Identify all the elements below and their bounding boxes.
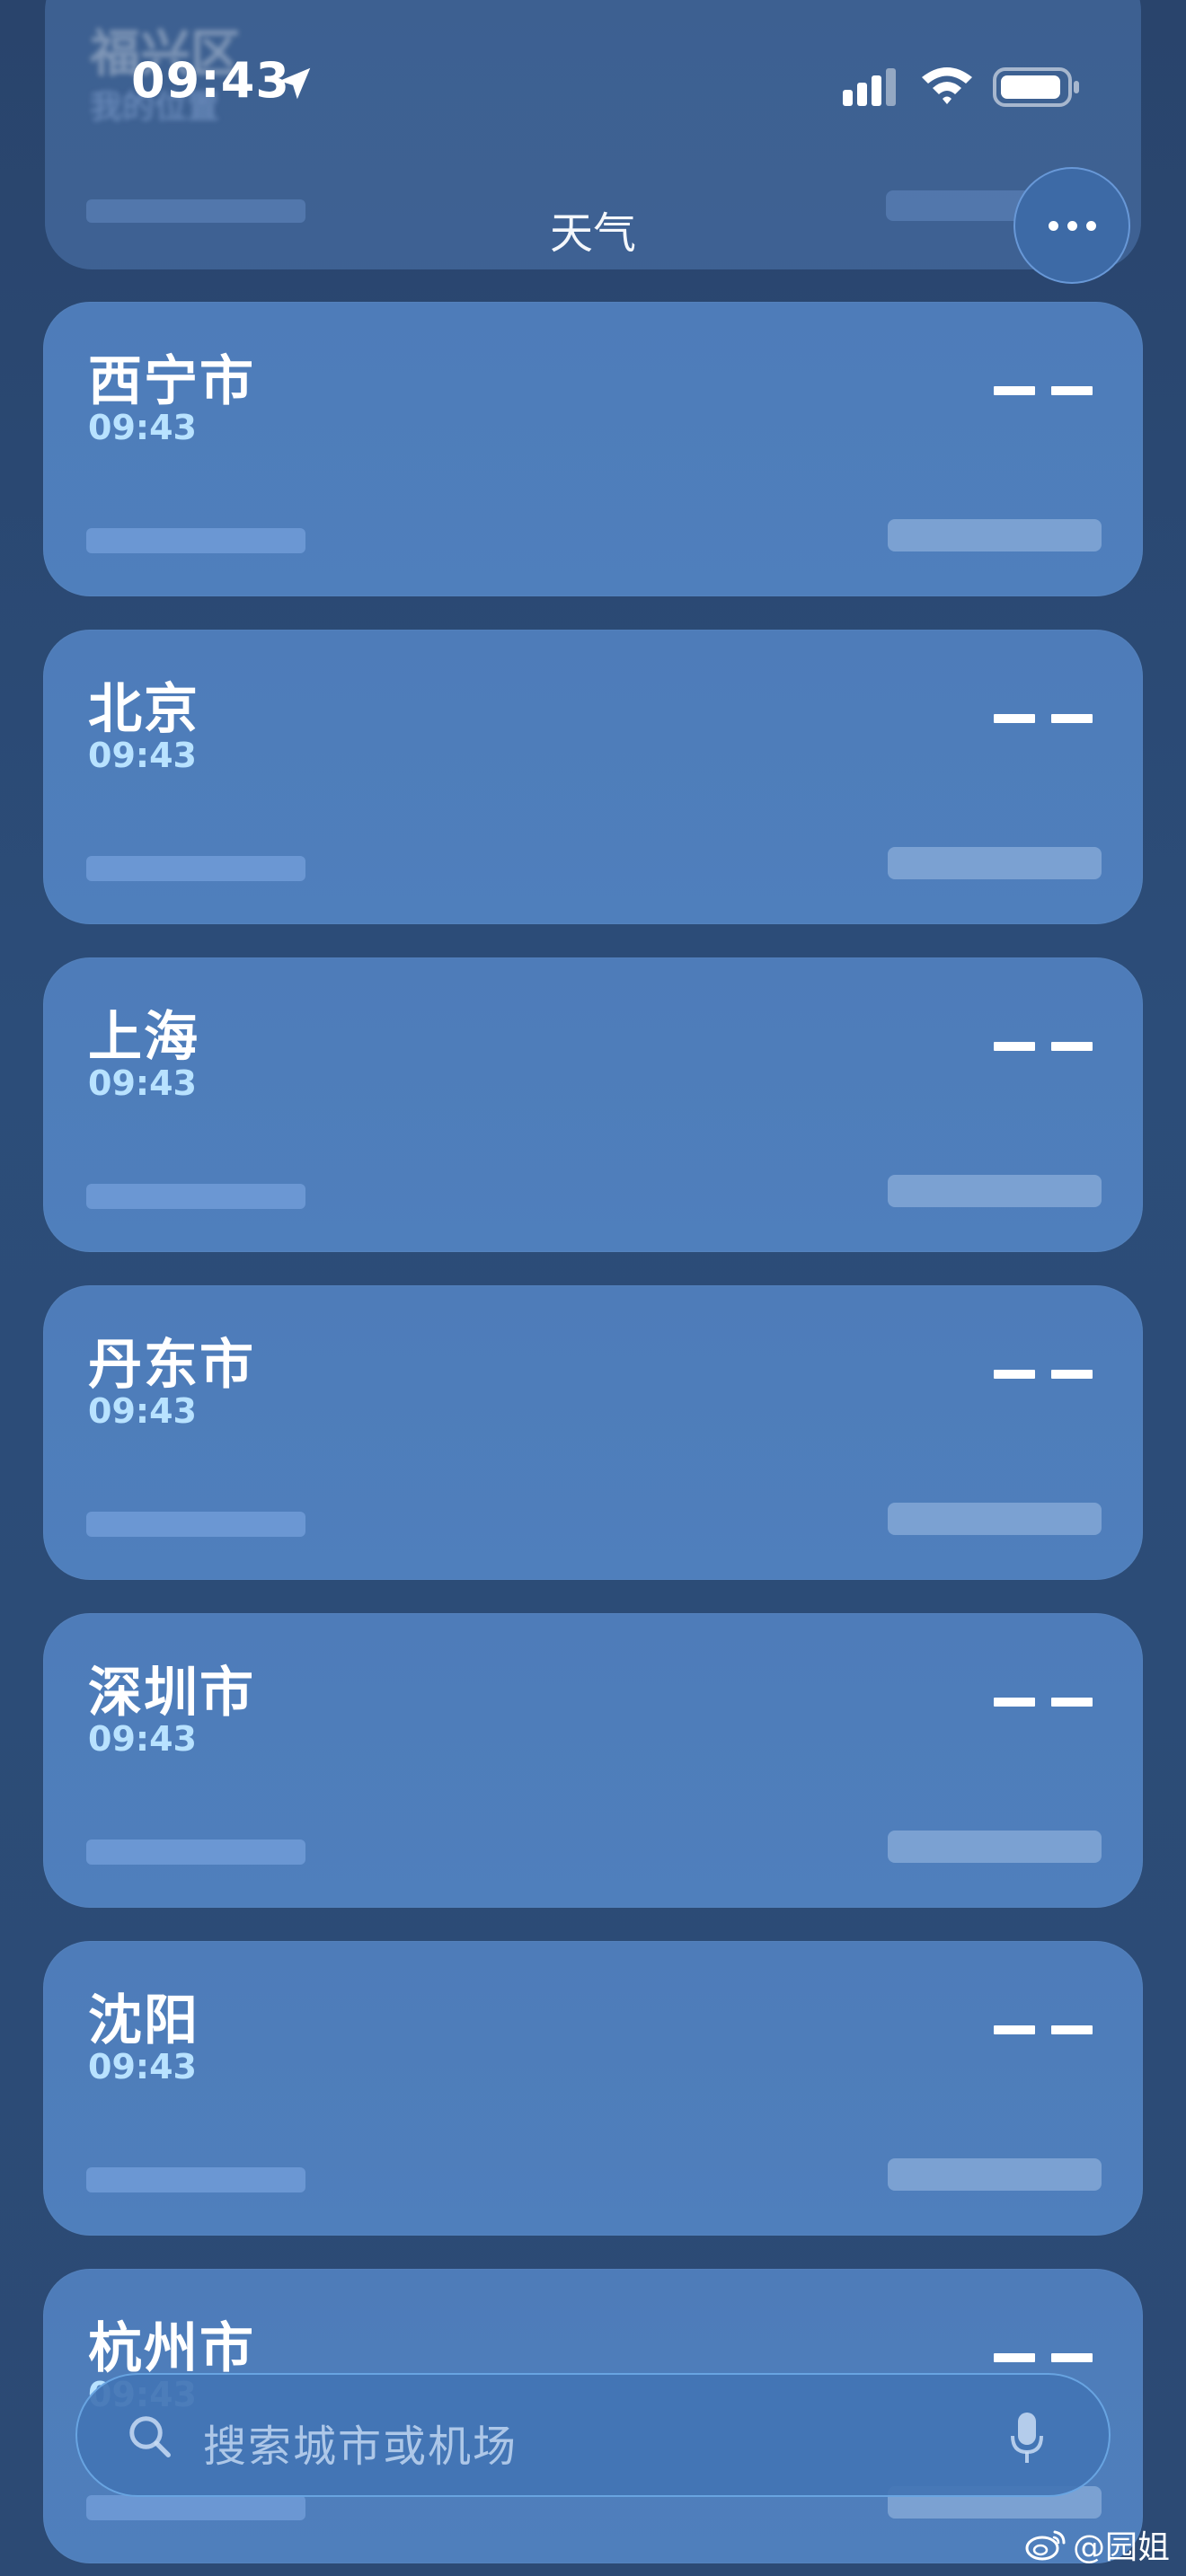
city-name: 深圳市: [88, 1662, 255, 1725]
status-time: 09:43: [131, 52, 290, 109]
city-time: 09:43: [88, 1063, 197, 1103]
watermark-text: @园姐: [1072, 2529, 1170, 2566]
city-name: 上海: [88, 1006, 199, 1069]
page-title: 天气: [549, 208, 636, 259]
cellular-signal-icon: [843, 68, 896, 106]
battery-icon: [993, 67, 1079, 107]
city-name: 西宁市: [88, 350, 255, 413]
location-arrow-icon: [279, 67, 311, 100]
city-card-xining[interactable]: 西宁市 09:43: [43, 302, 1143, 596]
city-card-beijing[interactable]: 北京 09:43: [43, 630, 1143, 924]
city-name: 丹东市: [88, 1334, 255, 1397]
microphone-icon[interactable]: [1008, 2411, 1046, 2465]
wifi-icon: [922, 67, 972, 104]
temperature-placeholder: [994, 2025, 1093, 2034]
city-time: 09:43: [88, 1391, 197, 1431]
temperature-placeholder: [994, 1370, 1093, 1379]
placeholder-bar: [888, 2158, 1102, 2191]
placeholder-bar: [86, 528, 305, 553]
placeholder-bar: [86, 856, 305, 881]
search-icon: [129, 2416, 171, 2457]
city-card-shanghai[interactable]: 上海 09:43: [43, 957, 1143, 1252]
temperature-placeholder: [994, 2353, 1093, 2362]
temperature-placeholder: [994, 714, 1093, 723]
status-bar: 09:43: [0, 0, 1186, 171]
placeholder-bar: [86, 2167, 305, 2192]
temperature-placeholder: [994, 1698, 1093, 1707]
city-name: 沈阳: [88, 1989, 199, 2052]
placeholder-bar: [888, 519, 1102, 551]
ellipsis-icon: [1048, 220, 1096, 231]
placeholder-bar: [86, 1184, 305, 1209]
placeholder-bar: [888, 1831, 1102, 1863]
city-name: 北京: [88, 678, 199, 741]
placeholder-bar: [888, 1175, 1102, 1207]
temperature-placeholder: [994, 1042, 1093, 1051]
city-name: 杭州市: [88, 2317, 255, 2380]
placeholder-bar: [888, 1503, 1102, 1535]
city-card-shenzhen[interactable]: 深圳市 09:43: [43, 1613, 1143, 1908]
city-list[interactable]: 福兴区 我的位置 西宁市 09:43 北京 09:43 上海 09:43 丹东市…: [0, 0, 1186, 2576]
more-options-button[interactable]: [1013, 167, 1130, 284]
placeholder-bar: [86, 1512, 305, 1537]
watermark: @园姐: [1024, 2522, 1170, 2567]
city-card-dandong[interactable]: 丹东市 09:43: [43, 1285, 1143, 1580]
placeholder-bar: [86, 2495, 305, 2520]
weibo-icon: [1025, 2530, 1066, 2561]
city-time: 09:43: [88, 2047, 197, 2086]
city-time: 09:43: [88, 1719, 197, 1759]
placeholder-bar: [86, 1839, 305, 1865]
city-time: 09:43: [88, 736, 197, 775]
city-card-shenyang[interactable]: 沈阳 09:43: [43, 1941, 1143, 2236]
search-bar[interactable]: 搜索城市或机场: [75, 2373, 1111, 2497]
search-input[interactable]: 搜索城市或机场: [203, 2411, 518, 2474]
city-time: 09:43: [88, 408, 197, 447]
temperature-placeholder: [994, 386, 1093, 395]
placeholder-bar: [888, 847, 1102, 879]
